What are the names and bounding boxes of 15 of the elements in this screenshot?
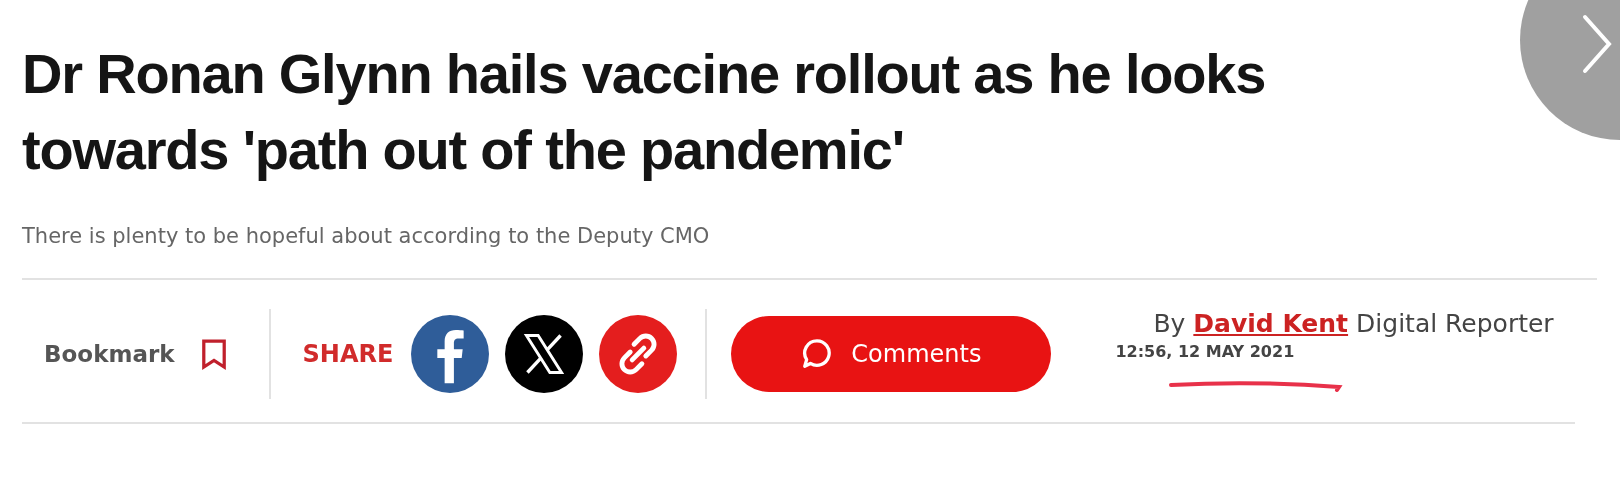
- bookmark-icon[interactable]: [200, 338, 227, 370]
- chevron-right-icon: [1582, 14, 1612, 74]
- bookmark-label[interactable]: Bookmark: [44, 341, 175, 367]
- standfirst: There is plenty to be hopeful about according to the Deputy CMO: [22, 224, 711, 248]
- facebook-button[interactable]: [411, 315, 490, 393]
- timestamp: 12:56, 12 MAY 2021: [1115, 342, 1296, 361]
- author-role: Digital Reporter: [1356, 309, 1554, 338]
- copy-link-button[interactable]: [599, 315, 678, 393]
- share-label: SHARE: [302, 340, 394, 368]
- byline-prefix: By: [1153, 309, 1186, 338]
- x-share-button[interactable]: [505, 315, 584, 393]
- speech-bubble-icon: [801, 338, 834, 370]
- headline: Dr Ronan Glynn hails vaccine rollout as he looks towards 'path out of the pandemic': [22, 41, 1267, 183]
- comments-button[interactable]: Comments: [731, 316, 1052, 392]
- author-link[interactable]: David Kent: [1193, 309, 1349, 338]
